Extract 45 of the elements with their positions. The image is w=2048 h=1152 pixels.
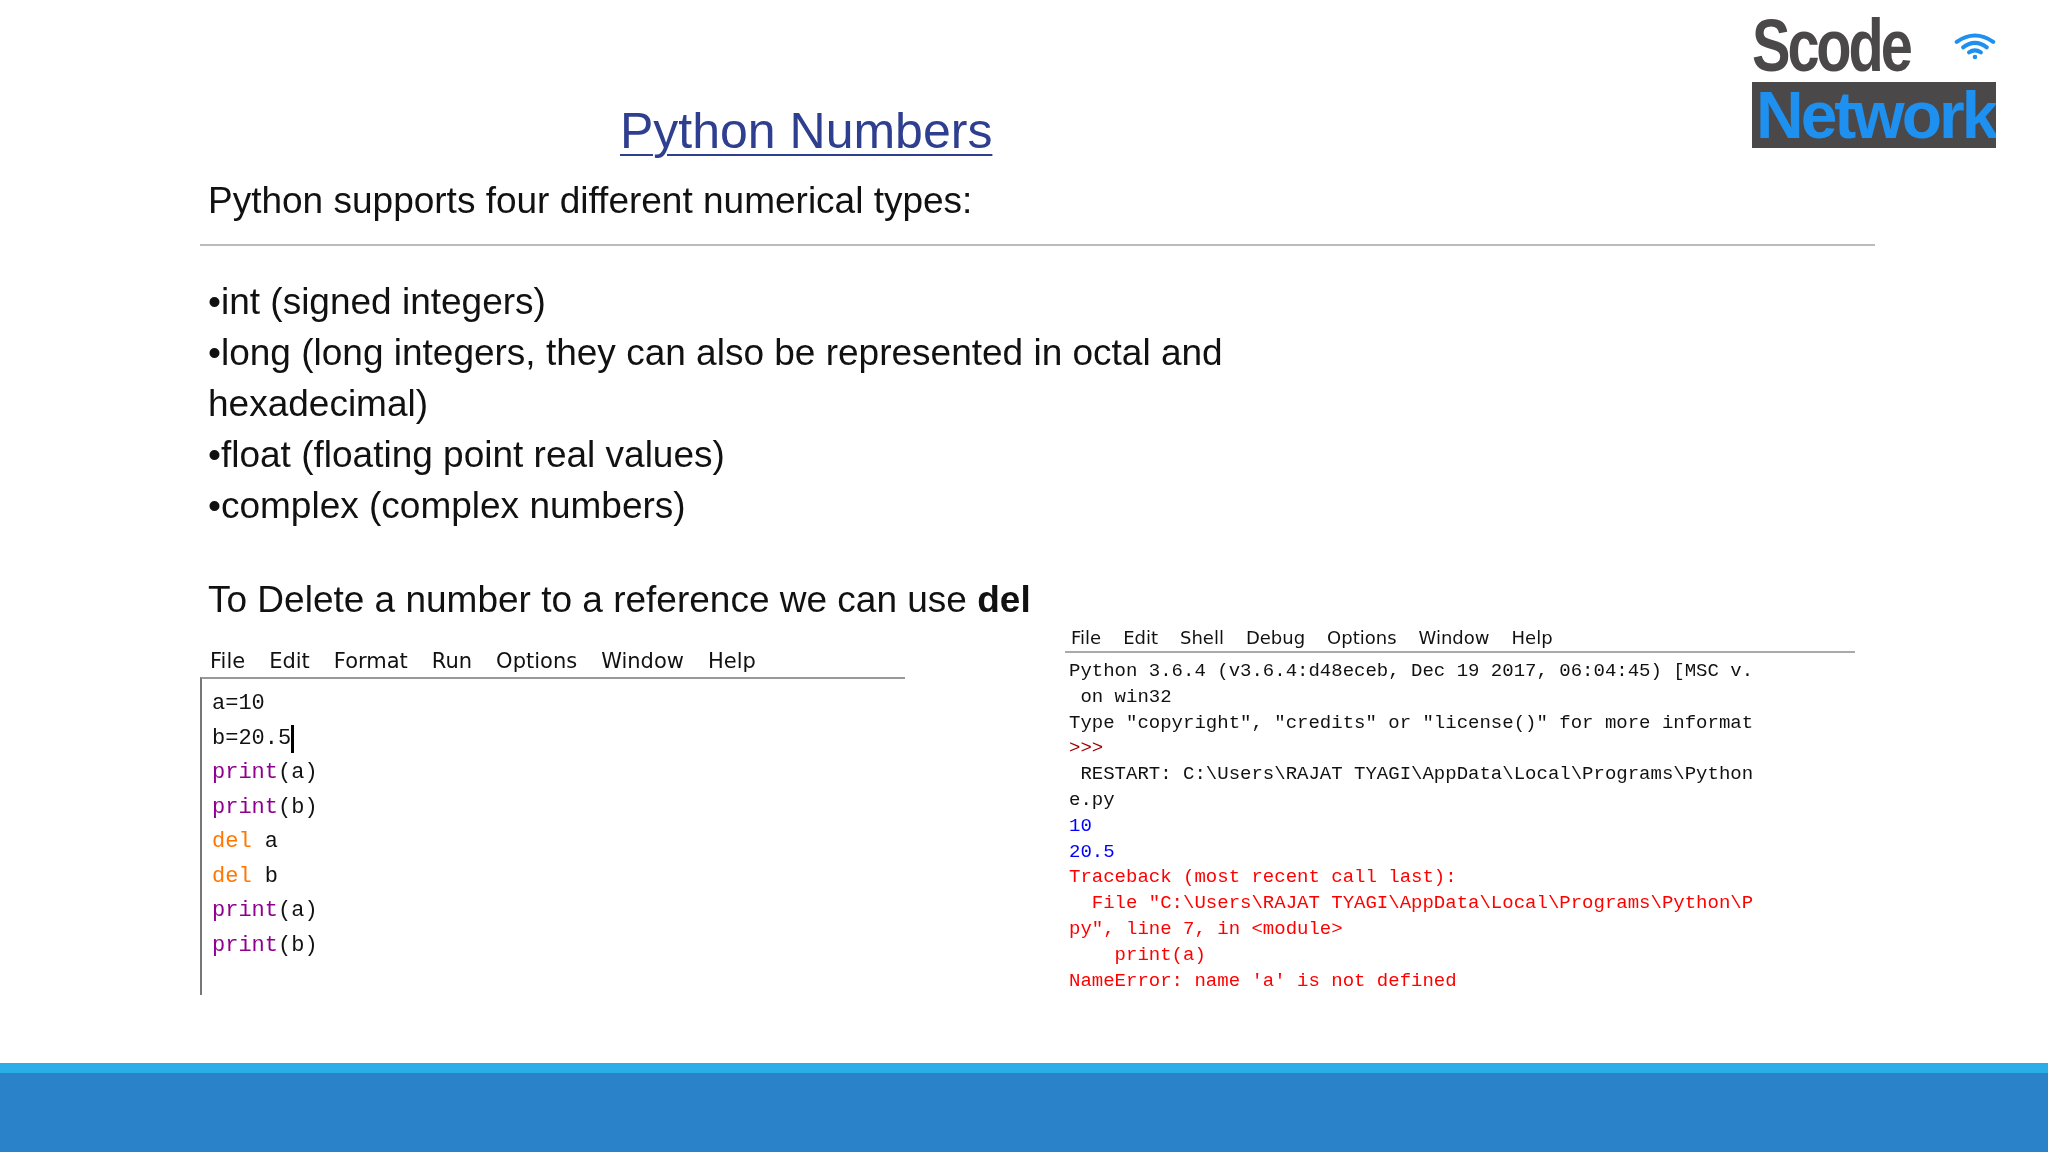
menu-item[interactable]: Help (707, 649, 756, 673)
menu-item[interactable]: Shell (1180, 627, 1224, 648)
menu-item[interactable]: Run (431, 649, 473, 673)
shell-line: 20.5 (1069, 839, 1116, 865)
shell-line: py", line 7, in <module> (1069, 916, 1344, 942)
shell-line: e.py (1069, 788, 1116, 813)
shell-line: Python 3.6.4 (v3.6.4:d48eceb, Dec 19 2017, 06:04:45) [MSC v. (1069, 659, 1755, 684)
menu-item[interactable]: Window (601, 649, 684, 673)
bullet-item: •long (long integers, they can also be represented in octal and hexadecimal) (208, 331, 1224, 426)
shell-line: 10 (1069, 813, 1093, 839)
note-text: To Delete a number to a reference we can use del (208, 579, 1032, 621)
bullet-item: •int (signed integers) (208, 280, 547, 324)
shell-line: Type "copyright", "credits" or "license()" for more informat (1069, 710, 1755, 736)
code-line: print(a) (212, 759, 318, 787)
menu-item[interactable]: Help (1511, 627, 1553, 648)
menu-item[interactable]: Window (1418, 627, 1490, 648)
menu-item[interactable]: File (1071, 627, 1102, 648)
shell-line: >>> (1069, 736, 1105, 762)
code-line: print(b) (212, 793, 318, 822)
shell-line: print(a) (1113, 942, 1207, 968)
intro-text: Python supports four different numerical types: (208, 180, 974, 222)
code-line: print(a) (212, 897, 318, 925)
menu-item[interactable]: File (210, 649, 246, 673)
shell-line: RESTART: C:\Users\RAJAT TYAGI\AppData\Local\Programs\Python (1079, 762, 1755, 788)
menu-item[interactable]: Edit (1123, 627, 1158, 648)
code-editor[interactable]: a=10 b=20.5 print(a) print(b) del a del b print(a) print(b) (200, 677, 905, 995)
logo-wordmark: Network (1752, 82, 1996, 148)
menu-item[interactable]: Format (333, 649, 408, 673)
code-line: print(b) (212, 931, 318, 960)
shell-line: File "C:\Users\RAJAT TYAGI\AppData\Local\Programs\Python\P (1090, 891, 1755, 917)
logo-wordmark: Scode (1752, 10, 1910, 82)
code-line: del b (212, 862, 278, 891)
code-line: a=10 (212, 690, 265, 718)
bullet-item: •complex (complex numbers) (208, 484, 687, 528)
slide-title: Python Numbers (620, 102, 993, 160)
menu-item[interactable]: Debug (1245, 627, 1306, 648)
bullet-item: •float (floating point real values) (208, 433, 726, 477)
shell-line: NameError: name 'a' is not defined (1069, 968, 1458, 994)
code-line: del a (212, 828, 278, 856)
code-line: b=20.5 (212, 724, 292, 753)
shell-line: on win32 (1079, 684, 1173, 710)
menu-item[interactable]: Edit (269, 649, 310, 673)
menu-item[interactable]: Options (496, 649, 578, 673)
shell-line: Traceback (most recent call last): (1069, 865, 1458, 891)
menu-item[interactable]: Options (1327, 627, 1397, 648)
